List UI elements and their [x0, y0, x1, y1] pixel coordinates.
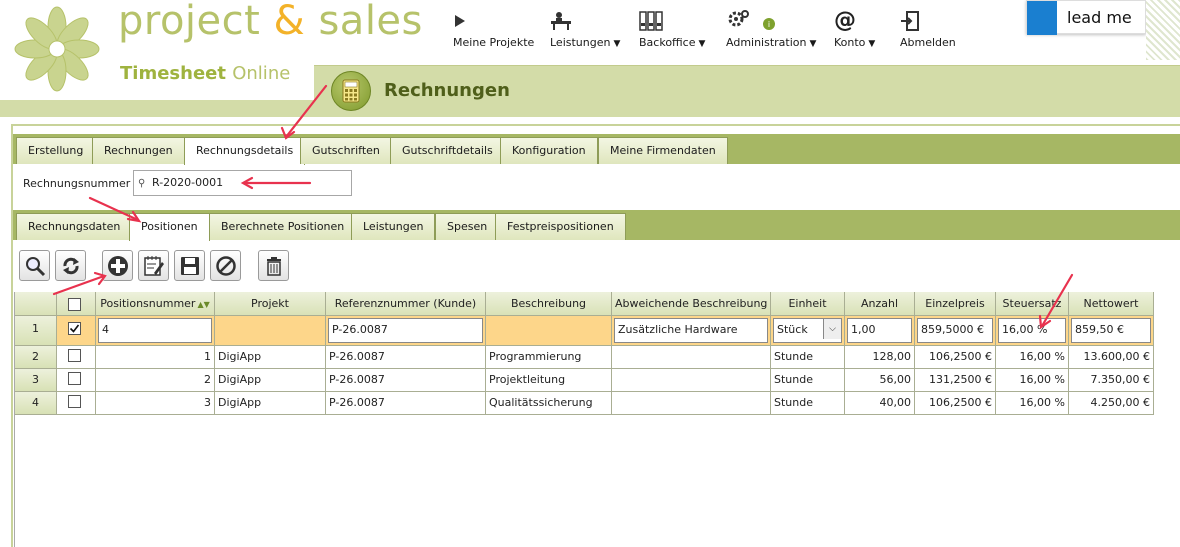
annotation-arrows	[52, 84, 1074, 329]
annotation-arrow-add	[52, 274, 106, 296]
annotation-arrow-tab	[284, 84, 328, 139]
annotation-arrow-steuersatz	[1040, 273, 1074, 328]
annotation-arrow-positionen	[88, 196, 140, 222]
